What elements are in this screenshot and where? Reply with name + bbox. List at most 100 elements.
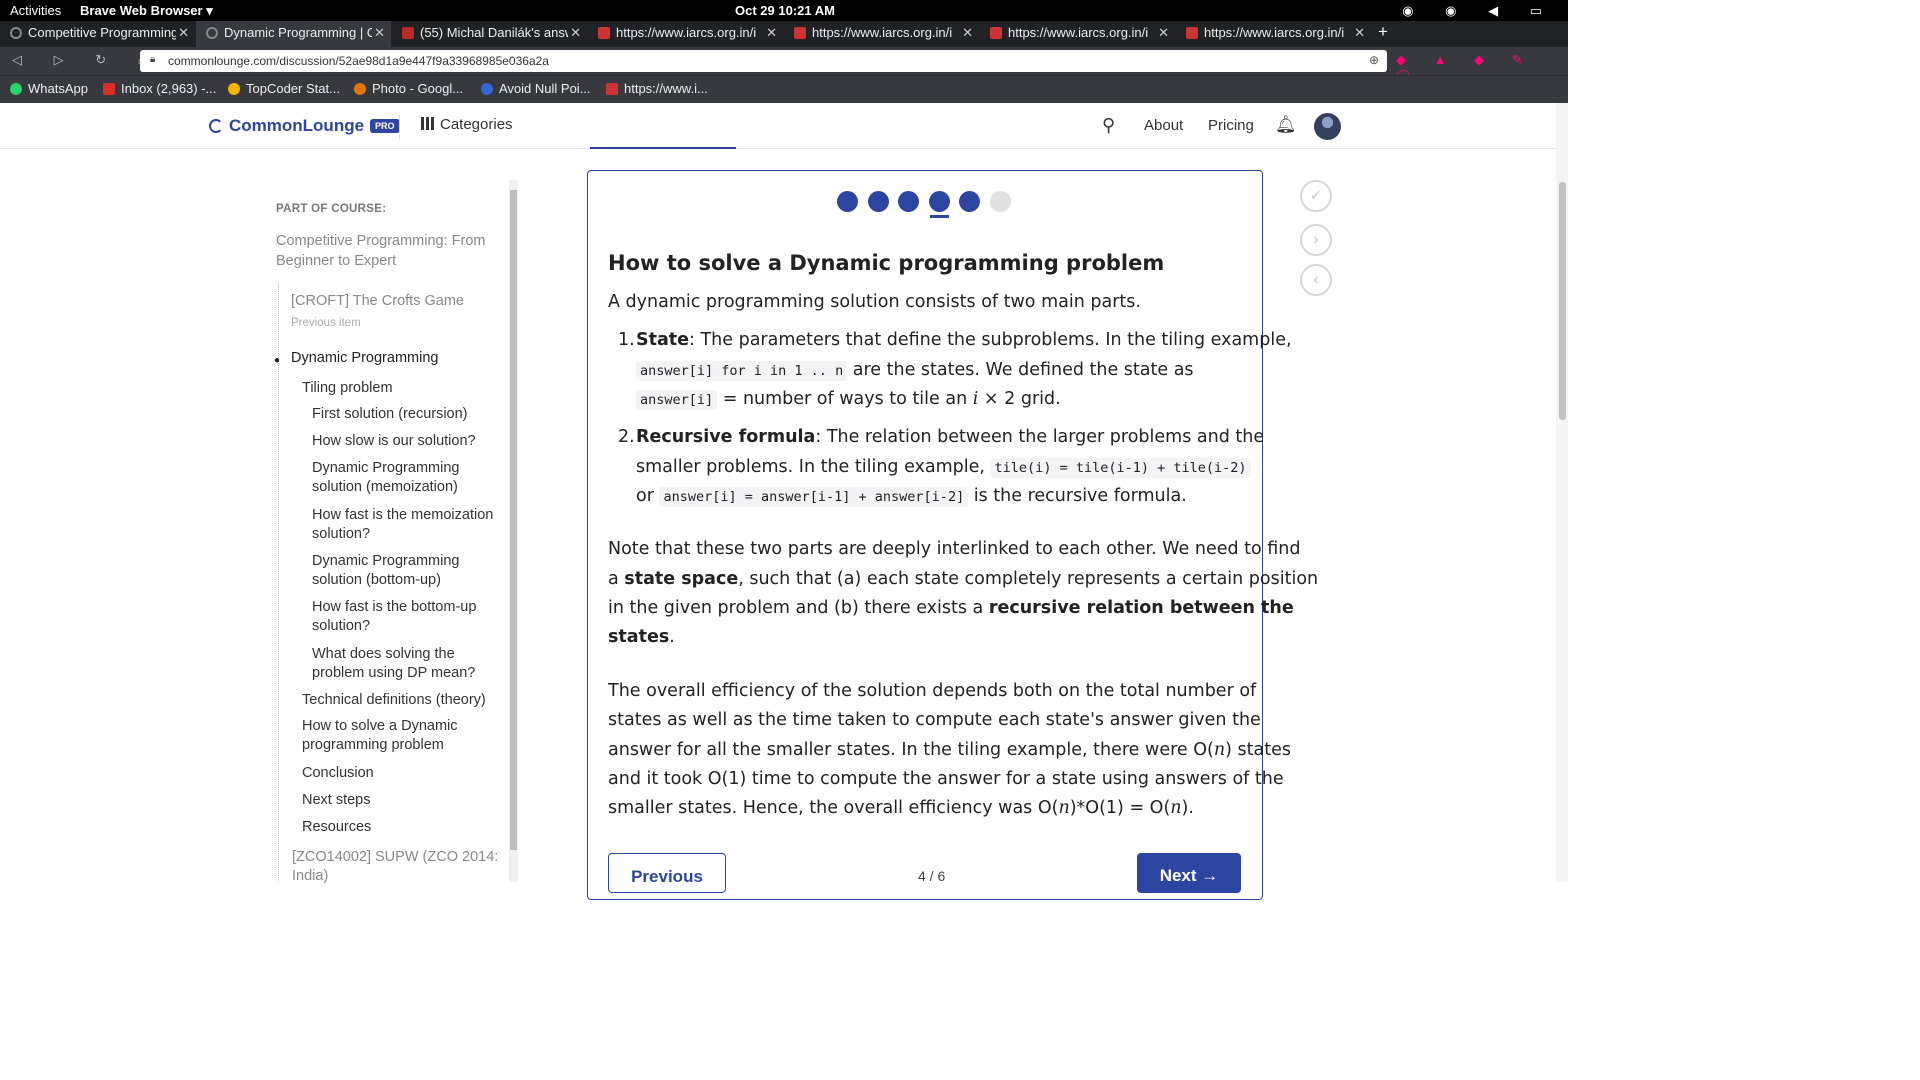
- tab-strip: Competitive Programming ✕ Dynamic Program…: [0, 21, 1568, 47]
- sidebar-section-how-to-solve[interactable]: How to solve a Dynamic programming proble…: [302, 717, 458, 755]
- quora-favicon-icon: [402, 27, 414, 39]
- note-line4: states.: [608, 623, 675, 652]
- commonlounge-logo[interactable]: CommonLounge PRO: [209, 116, 400, 136]
- window-controls[interactable]: _ ❐ ✕: [1786, 24, 1910, 38]
- app-menu[interactable]: Brave Web Browser ▾: [80, 3, 213, 19]
- zoom-icon[interactable]: ⊕: [1369, 53, 1379, 67]
- sidebar-section-definitions[interactable]: Technical definitions (theory): [302, 691, 486, 710]
- text-run: : The relation between the larger proble…: [815, 427, 1265, 447]
- browser-tab[interactable]: https://www.iarcs.org.in/i ✕: [980, 21, 1175, 47]
- categories-label: Categories: [440, 116, 513, 133]
- sidebar-section-bottom-up-speed[interactable]: How fast is the bottom-up solution?: [312, 598, 476, 636]
- tab-favicon-icon: [206, 27, 218, 39]
- progress-dot-upcoming[interactable]: [990, 191, 1011, 212]
- sidebar-scrollbar-thumb[interactable]: [510, 190, 517, 850]
- sidebar-section-next-steps[interactable]: Next steps: [302, 791, 371, 810]
- lesson-heading: How to solve a Dynamic programming probl…: [608, 251, 1165, 275]
- sidebar-section-conclusion[interactable]: Conclusion: [302, 764, 374, 783]
- address-bar[interactable]: 🔒︎ commonlounge.com/discussion/52ae98d1a…: [140, 50, 1387, 72]
- activities-button[interactable]: Activities: [10, 3, 61, 18]
- browser-tab[interactable]: https://www.iarcs.org.in/i ✕: [784, 21, 979, 47]
- search-icon[interactable]: ⚲: [1102, 115, 1115, 136]
- sidebar-section-label: solution (bottom-up): [312, 572, 441, 588]
- grid-icon: [421, 117, 434, 130]
- close-tab-icon[interactable]: ✕: [178, 25, 189, 41]
- course-title-line1[interactable]: Competitive Programming: From: [276, 232, 486, 251]
- sidebar-section-dp-meaning[interactable]: What does solving the problem using DP me…: [312, 645, 475, 683]
- browser-tab[interactable]: (55) Michal Danilák's answ ✕: [392, 21, 587, 47]
- close-tab-icon[interactable]: ✕: [1354, 25, 1365, 41]
- progress-dot[interactable]: [898, 191, 919, 212]
- sidebar-section-memoization[interactable]: Dynamic Programming solution (memoization…: [312, 459, 459, 497]
- previous-button[interactable]: Previous: [608, 853, 726, 893]
- progress-dot[interactable]: [959, 191, 980, 212]
- next-button[interactable]: Next →: [1137, 853, 1241, 893]
- bold-term: recursive relation between the: [988, 598, 1294, 618]
- new-tab-button[interactable]: +: [1378, 22, 1388, 42]
- about-link[interactable]: About: [1144, 117, 1183, 134]
- page-scrollbar-thumb[interactable]: [1559, 182, 1566, 420]
- course-title-line2[interactable]: Beginner to Expert: [276, 252, 396, 271]
- previous-item-link[interactable]: [CROFT] The Crofts Game: [291, 292, 464, 311]
- whatsapp-icon: [10, 83, 22, 95]
- text-run: is the recursive formula.: [968, 486, 1187, 506]
- tab-title: (55) Michal Danilák's answ: [420, 25, 568, 40]
- intro-paragraph: A dynamic programming solution consists …: [608, 292, 1141, 312]
- pricing-link[interactable]: Pricing: [1208, 117, 1254, 134]
- bookmark-inbox[interactable]: Inbox (2,963) -...: [103, 81, 216, 96]
- text-run: = number of ways to tile an: [717, 389, 973, 409]
- categories-menu[interactable]: Categories: [421, 116, 513, 133]
- browser-tab[interactable]: https://www.iarcs.org.in/i ✕: [588, 21, 783, 47]
- bookmark-iarcs[interactable]: https://www.i...: [606, 81, 708, 96]
- text-run: or: [636, 486, 660, 506]
- tab-favicon-icon: [10, 27, 22, 39]
- bookmark-whatsapp[interactable]: WhatsApp: [10, 81, 88, 96]
- tab-title: https://www.iarcs.org.in/i: [616, 25, 757, 40]
- formula-term: Recursive formula: [636, 427, 816, 447]
- progress-dot[interactable]: [837, 191, 858, 212]
- clock[interactable]: Oct 29 10:21 AM: [735, 3, 835, 18]
- user-avatar[interactable]: [1314, 113, 1341, 140]
- next-item-link[interactable]: [ZCO14002] SUPW (ZCO 2014: India): [292, 848, 498, 886]
- efficiency-line1: The overall efficiency of the solution d…: [608, 681, 1257, 701]
- bookmark-photo[interactable]: Photo - Googl...: [354, 81, 463, 96]
- sidebar-section-resources[interactable]: Resources: [302, 818, 371, 837]
- mark-complete-icon[interactable]: ✓: [1300, 180, 1332, 212]
- state-line2: answer[i] for i in 1 .. n are the states…: [636, 356, 1194, 386]
- browser-tab-active[interactable]: Dynamic Programming | Co ✕: [196, 21, 391, 47]
- chevron-right-icon[interactable]: ›: [1300, 224, 1332, 256]
- url-text: commonlounge.com/discussion/52ae98d1a9e4…: [168, 54, 549, 68]
- progress-dot[interactable]: [868, 191, 889, 212]
- sidebar-section-first-solution[interactable]: First solution (recursion): [312, 405, 468, 424]
- text-run: )*O(1) = O(: [1069, 798, 1171, 818]
- math-var: n: [1170, 798, 1182, 818]
- progress-dot-current[interactable]: [929, 191, 950, 212]
- efficiency-line4: and it took O(1) time to compute the ans…: [608, 769, 1284, 789]
- current-item-title[interactable]: Dynamic Programming: [291, 349, 438, 368]
- close-tab-icon[interactable]: ✕: [766, 25, 777, 41]
- site-header: CommonLounge PRO Categories ⚲ About Prici…: [0, 103, 1556, 149]
- text-run: smaller problems. In the tiling example,: [636, 457, 991, 477]
- note-line3: in the given problem and (b) there exist…: [608, 594, 1294, 623]
- browser-tab[interactable]: Competitive Programming ✕: [0, 21, 195, 47]
- efficiency-line2: states as well as the time taken to comp…: [608, 710, 1261, 730]
- close-tab-icon[interactable]: ✕: [962, 25, 973, 41]
- browser-tab[interactable]: https://www.iarcs.org.in/i ✕: [1176, 21, 1371, 47]
- sidebar-section-bottom-up[interactable]: Dynamic Programming solution (bottom-up): [312, 552, 459, 590]
- sidebar-section-how-slow[interactable]: How slow is our solution?: [312, 432, 476, 451]
- notifications-bell-icon[interactable]: 🔔︎: [1275, 115, 1297, 135]
- sidebar-section-tiling[interactable]: Tiling problem: [302, 379, 393, 398]
- state-term: State: [636, 330, 690, 350]
- bookmark-avoid-null[interactable]: Avoid Null Poi...: [481, 81, 591, 96]
- chevron-left-icon[interactable]: ‹: [1300, 264, 1332, 296]
- iarcs-favicon-icon: [794, 27, 806, 39]
- sidebar-section-memo-speed[interactable]: How fast is the memoization solution?: [312, 506, 493, 544]
- sidebar-section-label: problem using DP mean?: [312, 665, 476, 681]
- lock-icon: 🔒︎: [150, 54, 156, 65]
- system-tray-icons[interactable]: ◉ ◉ ◀ ▭: [1402, 3, 1556, 19]
- close-tab-icon[interactable]: ✕: [570, 25, 581, 41]
- list-number: 1.: [618, 330, 635, 350]
- bookmark-topcoder[interactable]: TopCoder Stat...: [228, 81, 340, 96]
- close-tab-icon[interactable]: ✕: [374, 25, 385, 41]
- close-tab-icon[interactable]: ✕: [1158, 25, 1169, 41]
